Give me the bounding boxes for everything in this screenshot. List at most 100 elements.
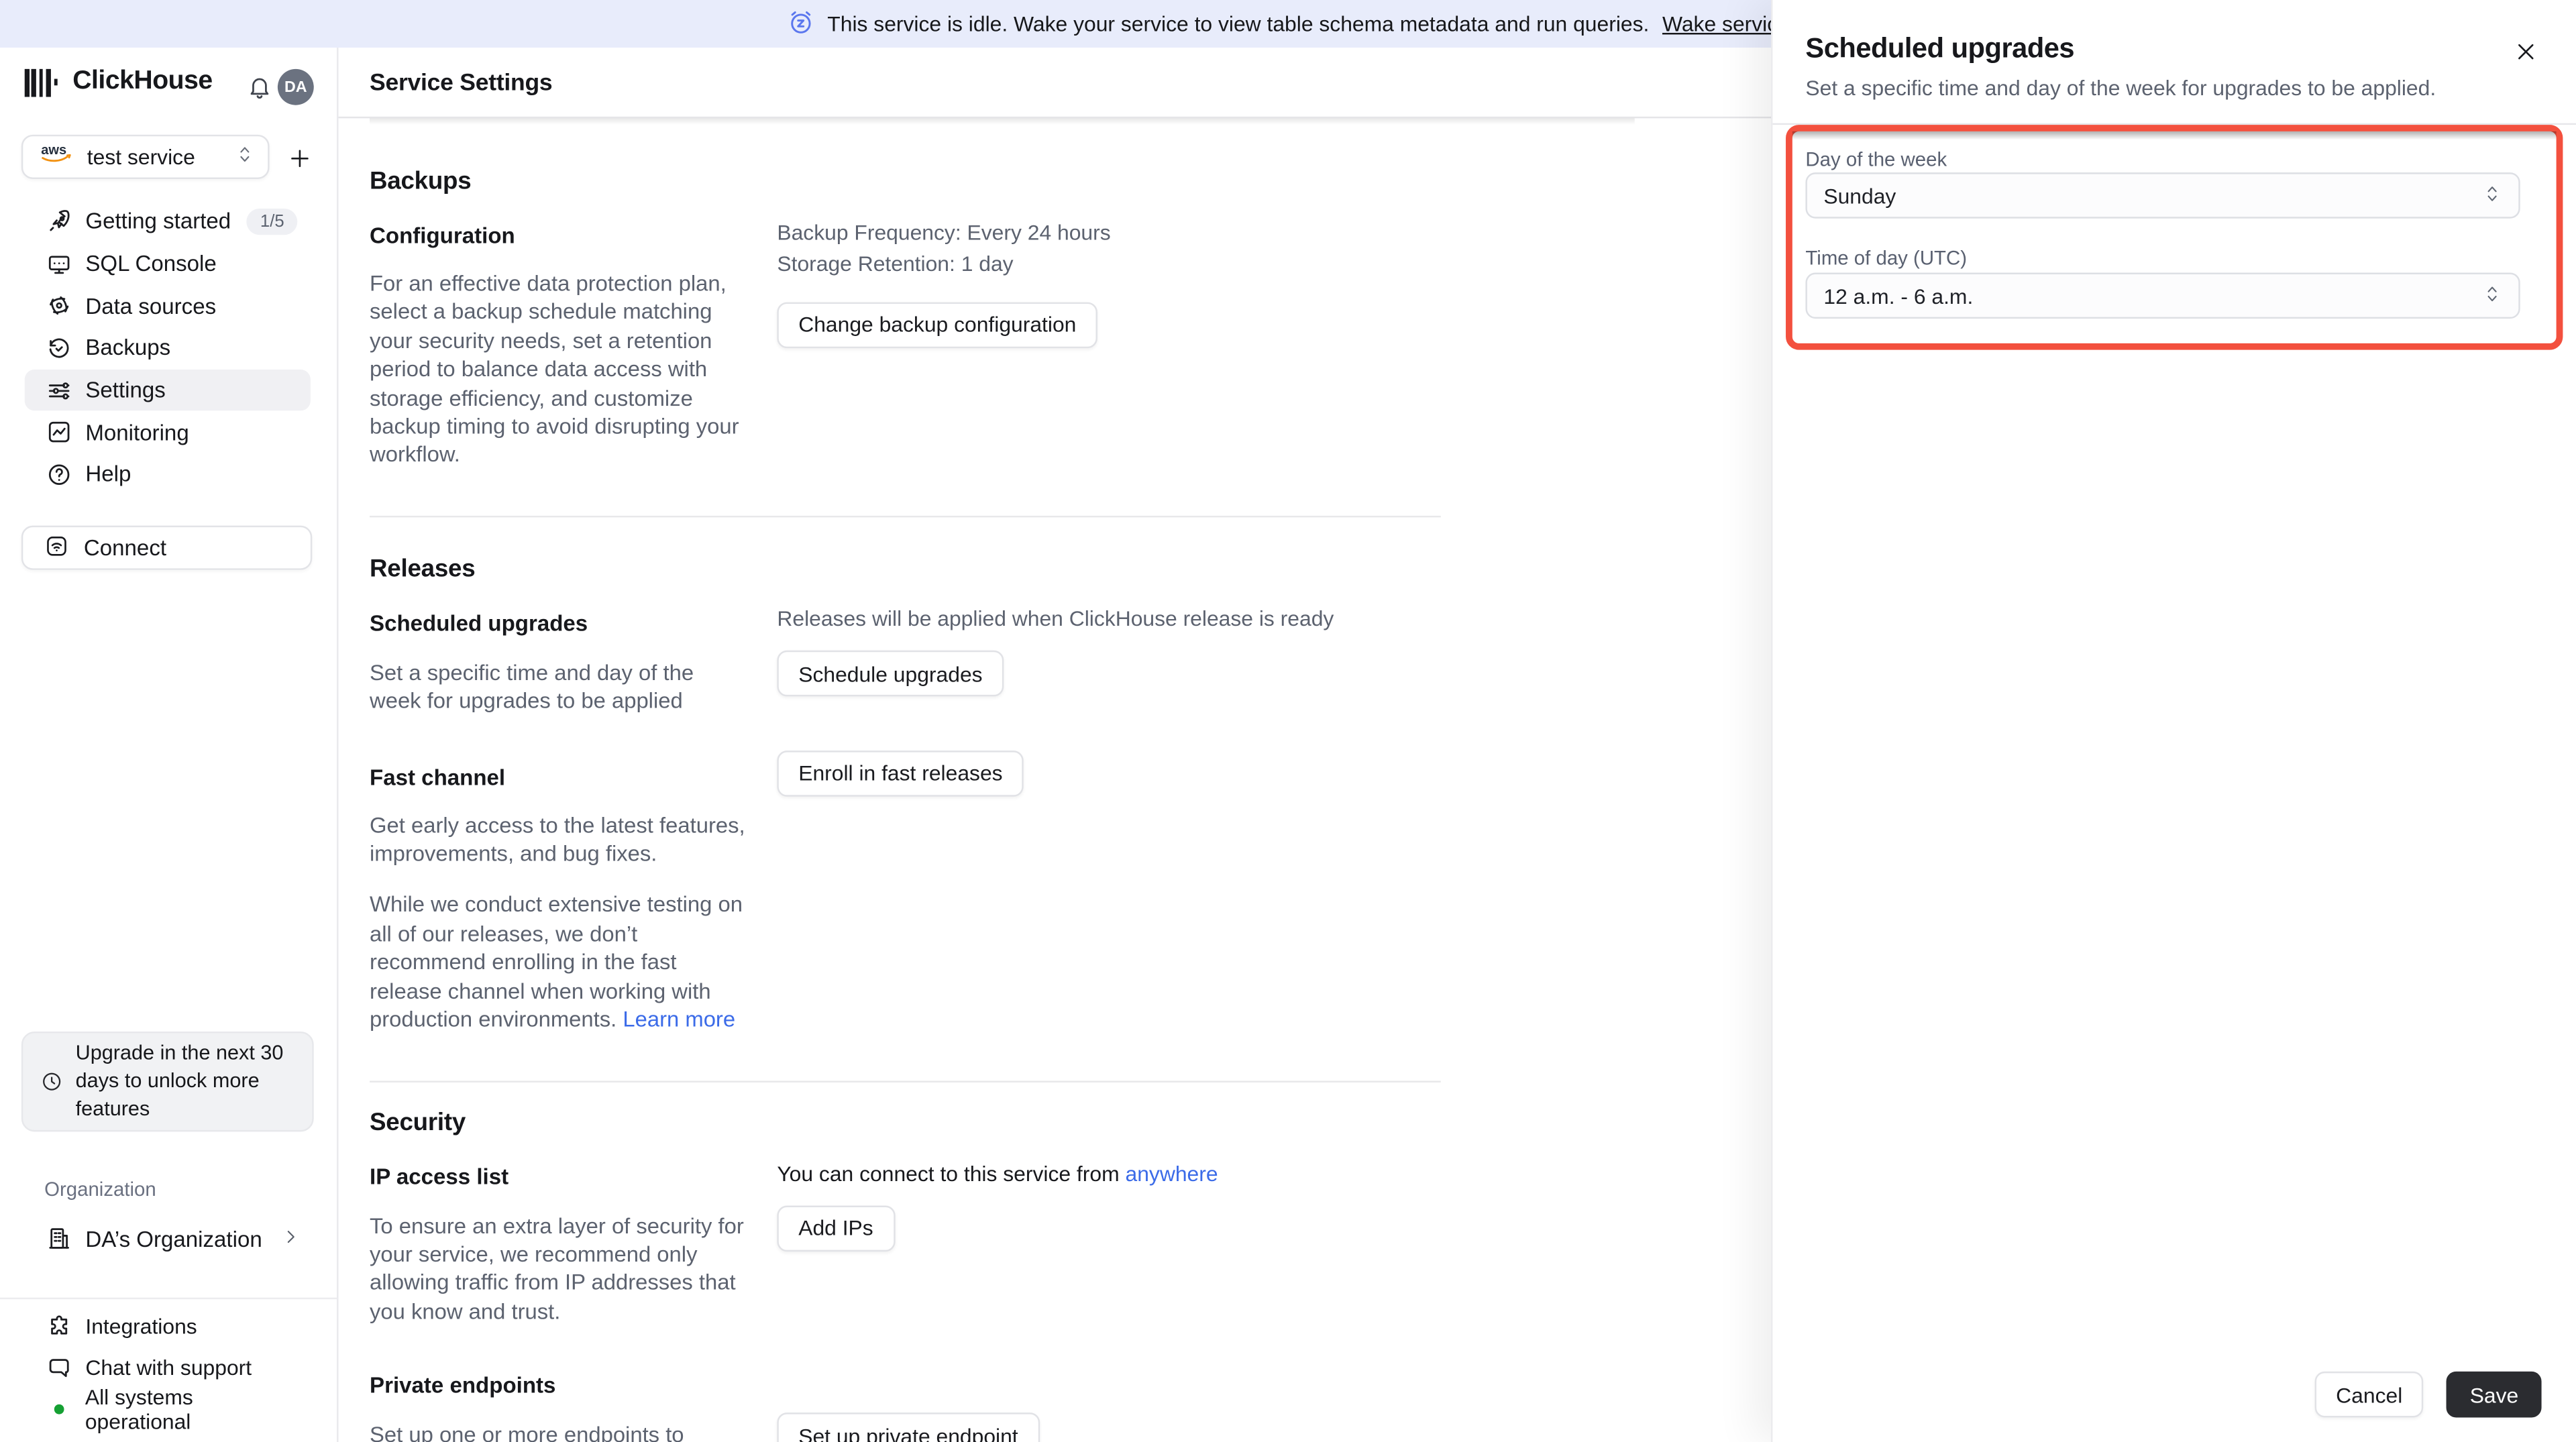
system-status-label: All systems operational (85, 1385, 193, 1435)
sidebar-item-label: Chat with support (85, 1355, 252, 1381)
time-of-day-value: 12 a.m. - 6 a.m. (1823, 283, 1974, 309)
ip-access-description: To ensure an extra layer of security for… (370, 1213, 744, 1324)
fast-channel-p2: While we conduct extensive testing on al… (370, 892, 743, 1032)
add-ips-button[interactable]: Add IPs (777, 1205, 895, 1251)
sidebar: ClickHouse DA aws test service Getting s… (0, 48, 339, 1442)
annotation-highlight-box: Day of the week Sunday Time of day (UTC)… (1786, 125, 2563, 350)
organization-switcher[interactable]: DA’s Organization (25, 1217, 311, 1260)
upgrade-notice[interactable]: Upgrade in the next 30 days to unlock mo… (21, 1031, 314, 1132)
history-icon (46, 335, 72, 361)
schedule-upgrades-button[interactable]: Schedule upgrades (777, 651, 1004, 697)
anywhere-link[interactable]: anywhere (1126, 1160, 1218, 1185)
scheduled-upgrades-panel: Scheduled upgrades Set a specific time a… (1771, 0, 2576, 1442)
notifications-bell-icon[interactable] (246, 74, 272, 108)
service-selector[interactable]: aws test service (21, 134, 270, 179)
day-of-week-value: Sunday (1823, 183, 1896, 208)
app-root: This service is idle. Wake your service … (0, 0, 2576, 1442)
getting-started-progress-badge: 1/5 (247, 208, 298, 235)
alarm-snooze-icon (786, 7, 814, 40)
puzzle-icon (46, 1313, 72, 1339)
sidebar-item-label: Backups (85, 335, 171, 361)
sidebar-nav: Getting started 1/5 SQL Console Data sou… (24, 201, 311, 496)
private-endpoints-description: Set up one or more endpoints to connect … (370, 1423, 684, 1442)
scheduled-upgrades-row: Scheduled upgrades Set a specific time a… (370, 606, 1441, 716)
brand: ClickHouse (24, 67, 213, 97)
panel-subtitle: Set a specific time and day of the week … (1805, 75, 2436, 101)
page-title: Service Settings (370, 70, 553, 97)
idle-banner-text: This service is idle. Wake your service … (827, 11, 1650, 36)
chat-bubble-icon (46, 1355, 72, 1381)
chevron-right-icon (281, 1226, 301, 1251)
close-icon[interactable] (2510, 36, 2540, 66)
connect-label: Connect (83, 535, 167, 561)
sidebar-item-data-sources[interactable]: Data sources (25, 285, 311, 327)
setup-private-endpoint-button[interactable]: Set up private endpoint (777, 1412, 1040, 1442)
sidebar-item-chat-support[interactable]: Chat with support (25, 1347, 311, 1389)
panel-footer: Cancel Save (2314, 1371, 2542, 1418)
chevron-updown-icon (2482, 183, 2502, 208)
sidebar-item-settings[interactable]: Settings (24, 369, 311, 412)
sidebar-item-label: Integrations (85, 1314, 197, 1339)
security-heading: Security (370, 1107, 466, 1136)
cancel-button[interactable]: Cancel (2314, 1371, 2424, 1418)
panel-title: Scheduled upgrades (1805, 32, 2075, 64)
upgrade-notice-text: Upgrade in the next 30 days to unlock mo… (75, 1042, 284, 1120)
change-backup-configuration-button[interactable]: Change backup configuration (777, 302, 1098, 348)
chevron-updown-icon (2482, 283, 2502, 308)
fast-channel-row: Fast channel Get early access to the lat… (370, 750, 1441, 1034)
ip-access-row: IP access list To ensure an extra layer … (370, 1160, 1441, 1326)
private-endpoints-title: Private endpoints (370, 1373, 556, 1398)
organization-name: DA’s Organization (85, 1226, 262, 1251)
section-divider (370, 1080, 1441, 1082)
sidebar-item-sql-console[interactable]: SQL Console (25, 243, 311, 285)
user-avatar[interactable]: DA (277, 68, 314, 105)
connect-button[interactable]: Connect (21, 525, 313, 570)
clock-icon (41, 1071, 62, 1093)
organization-section-label: Organization (44, 1177, 156, 1201)
save-button[interactable]: Save (2447, 1371, 2542, 1418)
sidebar-divider (0, 1297, 337, 1300)
console-icon (46, 251, 72, 277)
add-service-button[interactable] (282, 142, 315, 174)
sidebar-item-monitoring[interactable]: Monitoring (25, 411, 311, 453)
service-selector-value: test service (87, 144, 195, 170)
section-divider (370, 515, 1441, 518)
sidebar-item-label: SQL Console (85, 251, 217, 276)
brand-name: ClickHouse (72, 67, 213, 96)
svg-text:aws: aws (41, 143, 66, 158)
day-of-week-select[interactable]: Sunday (1805, 172, 2520, 219)
sidebar-item-label: Help (85, 462, 131, 488)
time-of-day-label: Time of day (UTC) (1805, 246, 1968, 270)
connect-icon (44, 533, 69, 563)
chevron-updown-icon (235, 142, 254, 172)
rocket-icon (46, 209, 72, 235)
panel-scroll-shadow (1792, 131, 2557, 140)
chart-icon (46, 419, 72, 445)
help-icon (46, 461, 72, 488)
scheduled-upgrades-description: Set a specific time and day of the week … (370, 660, 694, 714)
sidebar-item-backups[interactable]: Backups (25, 327, 311, 370)
sidebar-item-getting-started[interactable]: Getting started 1/5 (25, 201, 311, 243)
fast-channel-p1: Get early access to the latest features,… (370, 812, 745, 866)
sidebar-item-integrations[interactable]: Integrations (25, 1306, 311, 1347)
sidebar-item-help[interactable]: Help (25, 453, 311, 496)
system-status[interactable]: All systems operational (25, 1385, 311, 1435)
sliders-icon (46, 377, 72, 403)
backups-heading: Backups (370, 167, 472, 196)
day-of-week-label: Day of the week (1805, 148, 1947, 171)
clickhouse-logo-icon (24, 68, 58, 97)
backup-configuration-row: Configuration For an effective data prot… (370, 220, 1441, 469)
releases-ready-note: Releases will be applied when ClickHouse… (777, 606, 1334, 631)
backup-frequency-value: Backup Frequency: Every 24 hours (777, 220, 1111, 245)
aws-logo-icon: aws (40, 142, 74, 173)
sidebar-item-label: Getting started (85, 209, 231, 234)
orbit-icon (46, 292, 72, 319)
time-of-day-select[interactable]: 12 a.m. - 6 a.m. (1805, 272, 2520, 319)
building-icon (46, 1225, 72, 1252)
sidebar-item-label: Settings (85, 378, 166, 403)
configuration-description: For an effective data protection plan, s… (370, 271, 739, 467)
learn-more-link[interactable]: Learn more (623, 1007, 735, 1032)
enroll-fast-releases-button[interactable]: Enroll in fast releases (777, 750, 1024, 796)
ip-access-note: You can connect to this service from any… (777, 1160, 1218, 1185)
settings-content: Backups Configuration For an effective d… (370, 118, 1441, 1442)
